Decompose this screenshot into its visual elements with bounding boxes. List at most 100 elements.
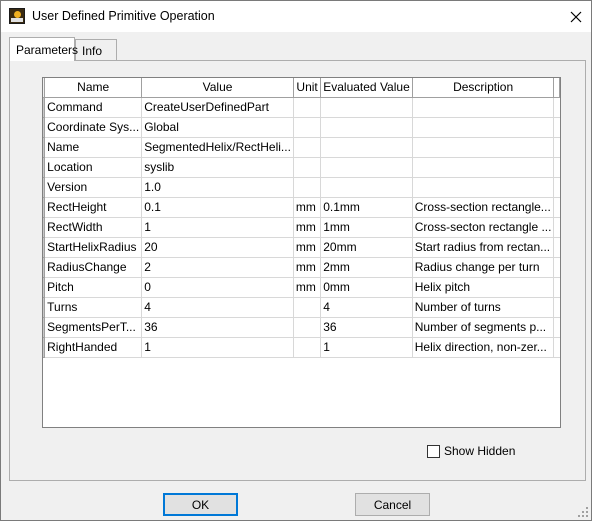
cell-description (412, 137, 555, 158)
cell-evaluated: 1 (320, 337, 413, 358)
row-filler (553, 197, 560, 218)
cell-name: Version (44, 177, 143, 198)
cell-description: Start radius from rectan... (412, 237, 555, 258)
cell-unit (293, 317, 322, 338)
cell-name: RadiusChange (44, 257, 143, 278)
cell-name: SegmentsPerT... (44, 317, 143, 338)
column-header-evaluated[interactable]: Evaluated Value (320, 78, 413, 98)
cell-name: Name (44, 137, 143, 158)
table-row[interactable]: Version 1.0 (43, 177, 560, 198)
row-filler (553, 137, 560, 158)
cell-evaluated: 20mm (320, 237, 413, 258)
close-button[interactable] (561, 5, 591, 29)
table-row[interactable]: RightHanded 1 1 Helix direction, non-zer... (43, 337, 560, 358)
table-row[interactable]: Coordinate Sys... Global (43, 117, 560, 138)
cell-value[interactable]: 0 (141, 277, 294, 298)
cell-name: StartHelixRadius (44, 237, 143, 258)
table-row[interactable]: RadiusChange 2 mm 2mm Radius change per turn (43, 257, 560, 278)
cell-value[interactable]: 1 (141, 337, 294, 358)
column-header-value[interactable]: Value (141, 78, 294, 98)
row-filler (553, 97, 560, 118)
cell-evaluated (320, 137, 413, 158)
cell-value[interactable]: Global (141, 117, 294, 138)
show-hidden-toggle[interactable]: Show Hidden (427, 443, 515, 459)
cell-value[interactable]: 1 (141, 217, 294, 238)
table-row[interactable]: Command CreateUserDefinedPart (43, 97, 560, 118)
cell-evaluated (320, 117, 413, 138)
row-filler (553, 257, 560, 278)
row-filler (553, 157, 560, 178)
cell-unit (293, 97, 322, 118)
row-filler (553, 297, 560, 318)
table-row[interactable]: Location syslib (43, 157, 560, 178)
cell-value[interactable]: 20 (141, 237, 294, 258)
show-hidden-label: Show Hidden (444, 444, 516, 458)
cell-description: Helix pitch (412, 277, 555, 298)
cell-evaluated (320, 177, 413, 198)
cell-name: Coordinate Sys... (44, 117, 143, 138)
row-filler (553, 177, 560, 198)
cell-unit (293, 297, 322, 318)
title-bar[interactable]: User Defined Primitive Operation (1, 1, 591, 32)
table-row[interactable]: RectWidth 1 mm 1mm Cross-secton rectangle ..… (43, 217, 560, 238)
cell-name: Location (44, 157, 143, 178)
cell-value[interactable]: 4 (141, 297, 294, 318)
cell-description: Cross-secton rectangle ... (412, 217, 555, 238)
table-row[interactable]: StartHelixRadius 20 mm 20mm Start radius fro… (43, 237, 560, 258)
show-hidden-checkbox[interactable] (427, 444, 440, 458)
table-row[interactable]: Name SegmentedHelix/RectHeli... (43, 137, 560, 158)
cell-value[interactable]: 0.1 (141, 197, 294, 218)
row-filler (553, 117, 560, 138)
cell-description: Radius change per turn (412, 257, 555, 278)
header-row: Name Value Unit Evaluated Value Descript… (43, 78, 560, 98)
column-header-unit[interactable]: Unit (293, 78, 322, 98)
cell-evaluated: 1mm (320, 217, 413, 238)
ok-button[interactable]: OK (163, 493, 238, 516)
cell-value[interactable]: SegmentedHelix/RectHeli... (141, 137, 294, 158)
cell-description: Helix direction, non-zer... (412, 337, 555, 358)
cell-name: RectWidth (44, 217, 143, 238)
column-header-filler (553, 78, 560, 98)
table-row[interactable]: SegmentsPerT... 36 36 Number of segments p.… (43, 317, 560, 338)
cell-description (412, 97, 555, 118)
row-filler (553, 237, 560, 258)
cell-unit (293, 177, 322, 198)
cell-unit (293, 137, 322, 158)
cell-value[interactable]: 36 (141, 317, 294, 338)
cell-evaluated: 0.1mm (320, 197, 413, 218)
column-header-name[interactable]: Name (44, 78, 143, 98)
resize-grip-icon[interactable] (577, 506, 589, 518)
window-title: User Defined Primitive Operation (32, 9, 215, 23)
cell-value[interactable]: CreateUserDefinedPart (141, 97, 294, 118)
row-filler (553, 337, 560, 358)
cell-unit (293, 157, 322, 178)
parameters-grid[interactable]: Name Value Unit Evaluated Value Descript… (42, 77, 561, 428)
row-filler (553, 317, 560, 338)
cell-unit: mm (293, 277, 322, 298)
tab-info[interactable]: Info (75, 39, 117, 61)
cell-value[interactable]: 2 (141, 257, 294, 278)
cell-unit (293, 117, 322, 138)
tab-label: Parameters (16, 42, 79, 57)
cell-value[interactable]: syslib (141, 157, 294, 178)
cell-name: Command (44, 97, 143, 118)
cell-name: Pitch (44, 277, 143, 298)
column-header-description[interactable]: Description (412, 78, 555, 98)
close-icon (570, 11, 582, 23)
table-row[interactable]: Turns 4 4 Number of turns (43, 297, 560, 318)
cancel-button[interactable]: Cancel (355, 493, 430, 516)
cell-value[interactable]: 1.0 (141, 177, 294, 198)
cell-description (412, 117, 555, 138)
cell-evaluated (320, 97, 413, 118)
dialog-window: User Defined Primitive Operation Paramet… (0, 0, 592, 521)
cell-evaluated: 2mm (320, 257, 413, 278)
parameters-table: Name Value Unit Evaluated Value Descript… (43, 78, 560, 358)
table-row[interactable]: Pitch 0 mm 0mm Helix pitch (43, 277, 560, 298)
cell-unit (293, 337, 322, 358)
cancel-label: Cancel (373, 497, 412, 512)
tab-parameters[interactable]: Parameters (9, 37, 79, 61)
cell-description (412, 177, 555, 198)
cell-description (412, 157, 555, 178)
app-icon (9, 8, 25, 24)
table-row[interactable]: RectHeight 0.1 mm 0.1mm Cross-section rectan… (43, 197, 560, 218)
